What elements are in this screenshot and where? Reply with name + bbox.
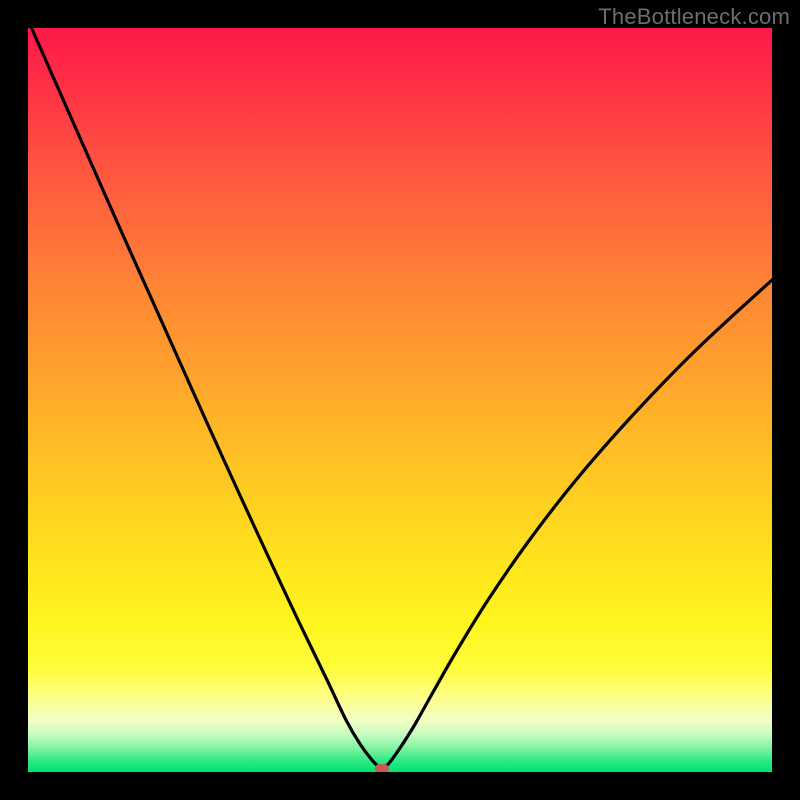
chart-frame: TheBottleneck.com (0, 0, 800, 800)
plot-area (28, 28, 772, 772)
minimum-dot (375, 764, 389, 772)
bottleneck-curve (28, 28, 772, 772)
watermark-text: TheBottleneck.com (598, 4, 790, 30)
curve-path (28, 28, 772, 771)
